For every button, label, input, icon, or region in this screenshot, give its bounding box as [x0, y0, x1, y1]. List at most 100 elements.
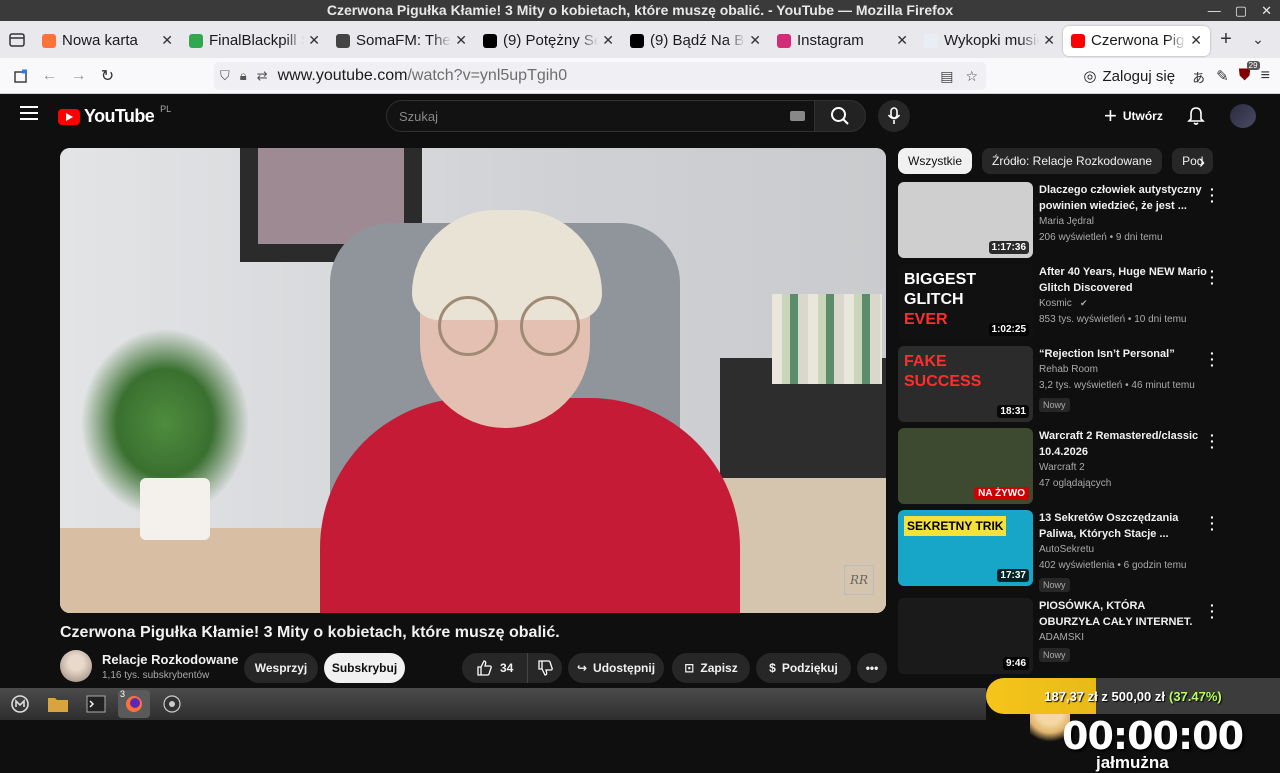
recommended-video-meta: 47 oglądających [1039, 478, 1112, 489]
recommended-video-title[interactable]: 13 Sekretów Oszczędzania Paliwa, Których… [1039, 510, 1207, 542]
video-options-kebab-icon[interactable]: · · · [1210, 510, 1215, 536]
browser-tab[interactable]: FinalBlackpill St✕ [181, 26, 328, 56]
recommended-video[interactable]: 1:17:36 Dlaczego człowiek autystyczny pow… [898, 182, 1228, 258]
recommended-video-channel[interactable]: Rehab Room [1039, 364, 1098, 375]
video-thumbnail[interactable]: SEKRETNY TRIK 17:37 [898, 510, 1033, 586]
minimize-icon[interactable]: — [1208, 0, 1221, 21]
obs-icon[interactable] [156, 690, 188, 718]
lock-icon[interactable]: 🔒︎ [240, 68, 247, 84]
support-button[interactable]: Wesprzyj [244, 653, 318, 683]
extensions-puzzle-icon[interactable]: ✎ [1216, 67, 1229, 85]
browser-tab[interactable]: Instagram ✕ [769, 26, 916, 56]
start-menu-icon[interactable] [4, 690, 36, 718]
video-thumbnail[interactable]: FAKE SUCCESS 18:31 [898, 346, 1033, 422]
recommended-video-title[interactable]: “Rejection Isn’t Personal” [1039, 346, 1207, 362]
recommended-video-channel[interactable]: Kosmic [1039, 298, 1072, 309]
shield-icon[interactable]: ⛉ [220, 68, 230, 84]
reload-icon[interactable]: ↻ [93, 62, 122, 90]
terminal-icon[interactable] [80, 690, 112, 718]
close-tab-icon[interactable]: ✕ [896, 32, 908, 49]
video-options-kebab-icon[interactable]: · · · [1210, 182, 1215, 208]
share-button[interactable]: ↪ Udostępnij [568, 653, 664, 683]
recommended-video[interactable]: SEKRETNY TRIK 17:37 13 Sekretów Oszczędzan… [898, 510, 1228, 592]
more-actions-icon[interactable]: ••• [857, 653, 887, 683]
channel-avatar[interactable] [60, 650, 92, 682]
browser-tab[interactable]: Czerwona Pigułk✕ [1063, 25, 1210, 56]
create-button[interactable]: + Utwórz [1096, 102, 1171, 130]
user-avatar[interactable] [1230, 104, 1256, 128]
video-thumbnail[interactable]: NA ŻYWO [898, 428, 1033, 504]
signin-button[interactable]: ◎ Zaloguj się [1077, 67, 1181, 86]
channel-name[interactable]: Relacje Rozkodowane [102, 652, 239, 667]
keyboard-icon[interactable] [790, 111, 805, 121]
recommended-video-title[interactable]: After 40 Years, Huge NEW Mario Glitch Di… [1039, 264, 1207, 296]
recommended-video-channel[interactable]: ADAMSKI [1039, 632, 1084, 643]
channel-watermark[interactable]: RR [844, 565, 874, 595]
thanks-button[interactable]: $ Podziękuj [756, 653, 851, 683]
video-options-kebab-icon[interactable]: · · · [1210, 428, 1215, 454]
recommended-video[interactable]: 9:46 PIOSÓWKA, KTÓRA OBURZYŁA CAŁY INTERN… [898, 598, 1228, 674]
bookmark-star-icon[interactable]: ☆ [965, 68, 978, 85]
recommended-video[interactable]: NA ŻYWO Warcraft 2 Remastered/classic 10.… [898, 428, 1228, 504]
guide-menu-icon[interactable] [20, 106, 38, 120]
close-tab-icon[interactable]: ✕ [1190, 32, 1202, 49]
tab-overflow-chevron-icon[interactable]: ⌄ [1242, 21, 1274, 58]
permissions-icon[interactable]: ⇄ [257, 68, 268, 84]
close-tab-icon[interactable]: ✕ [161, 32, 173, 49]
chips-next-chevron-icon[interactable]: › [1192, 152, 1212, 172]
sidebar-toggle-icon[interactable] [6, 62, 35, 90]
create-label: Utwórz [1122, 109, 1163, 123]
filter-chip[interactable]: Wszystkie [898, 148, 972, 174]
ublock-icon[interactable]: ⛊ 29 [1239, 61, 1260, 85]
close-tab-icon[interactable]: ✕ [308, 32, 320, 49]
video-thumbnail[interactable]: 1:17:36 [898, 182, 1033, 258]
dislike-button[interactable] [528, 653, 562, 683]
recommended-video[interactable]: FAKE SUCCESS 18:31 “Rejection Isn’t Persona… [898, 346, 1228, 422]
close-tab-icon[interactable]: ✕ [749, 32, 761, 49]
file-manager-icon[interactable] [42, 690, 74, 718]
filter-chip[interactable]: Źródło: Relacje Rozkodowane [982, 148, 1163, 174]
close-tab-icon[interactable]: ✕ [455, 32, 467, 49]
app-menu-icon[interactable]: ≡ [1261, 67, 1270, 85]
new-tab-button[interactable]: + [1210, 21, 1242, 58]
browser-tab[interactable]: Nowa karta ✕ [34, 26, 181, 56]
forward-icon[interactable]: → [64, 62, 93, 90]
subscribe-button[interactable]: Subskrybuj [324, 653, 405, 683]
recommended-video-title[interactable]: Warcraft 2 Remastered/classic 10.4.2026 [1039, 428, 1207, 460]
video-options-kebab-icon[interactable]: · · · [1210, 598, 1215, 624]
video-options-kebab-icon[interactable]: · · · [1210, 346, 1215, 372]
browser-tab[interactable]: SomaFM: The Tr✕ [328, 26, 475, 56]
video-options-kebab-icon[interactable]: · · · [1210, 264, 1215, 290]
close-tab-icon[interactable]: ✕ [1043, 32, 1055, 49]
browser-tab[interactable]: Wykopki musici ✕ [916, 26, 1063, 56]
tab-favicon-icon [336, 33, 350, 48]
close-window-icon[interactable]: ✕ [1261, 0, 1272, 21]
voice-search-button[interactable] [878, 100, 910, 132]
youtube-logo[interactable]: YouTube PL [58, 104, 171, 127]
tab-list-icon[interactable] [0, 21, 34, 58]
translate-icon[interactable]: ぁ [1191, 66, 1206, 87]
video-player[interactable]: RR [60, 148, 886, 613]
browser-tab[interactable]: (9) Potężny Seb✕ [475, 26, 622, 56]
firefox-taskbar-icon[interactable]: 3 [118, 689, 150, 718]
video-thumbnail[interactable]: 9:46 [898, 598, 1033, 674]
close-tab-icon[interactable]: ✕ [602, 32, 614, 49]
recommended-video[interactable]: BIGGEST GLITCH EVER 1:02:25 After 40 Years, … [898, 264, 1228, 340]
video-thumbnail[interactable]: BIGGEST GLITCH EVER 1:02:25 [898, 264, 1033, 340]
back-icon[interactable]: ← [35, 62, 64, 90]
browser-tab[interactable]: (9) Bądź Na Bież✕ [622, 26, 769, 56]
recommended-video-channel[interactable]: AutoSekretu [1039, 544, 1094, 555]
reader-view-icon[interactable]: ▤ [940, 68, 953, 85]
url-bar[interactable]: ⛉ 🔒︎ ⇄ www.youtube.com/watch?v=ynl5upTgi… [214, 62, 986, 90]
recommended-video-title[interactable]: Dlaczego człowiek autystyczny powinien w… [1039, 182, 1207, 214]
save-button[interactable]: ⊡ Zapisz [672, 653, 750, 683]
search-input[interactable] [399, 108, 779, 124]
notifications-bell-icon[interactable] [1184, 104, 1208, 128]
video-glasses-right [520, 296, 580, 356]
like-button[interactable]: 34 [462, 653, 529, 683]
recommended-video-channel[interactable]: Warcraft 2 [1039, 462, 1085, 473]
maximize-icon[interactable]: ▢ [1235, 0, 1247, 21]
recommended-video-title[interactable]: PIOSÓWKA, KTÓRA OBURZYŁA CAŁY INTERNET. [1039, 598, 1207, 630]
search-button[interactable] [814, 100, 866, 132]
recommended-video-channel[interactable]: Maria Jędral [1039, 216, 1094, 227]
